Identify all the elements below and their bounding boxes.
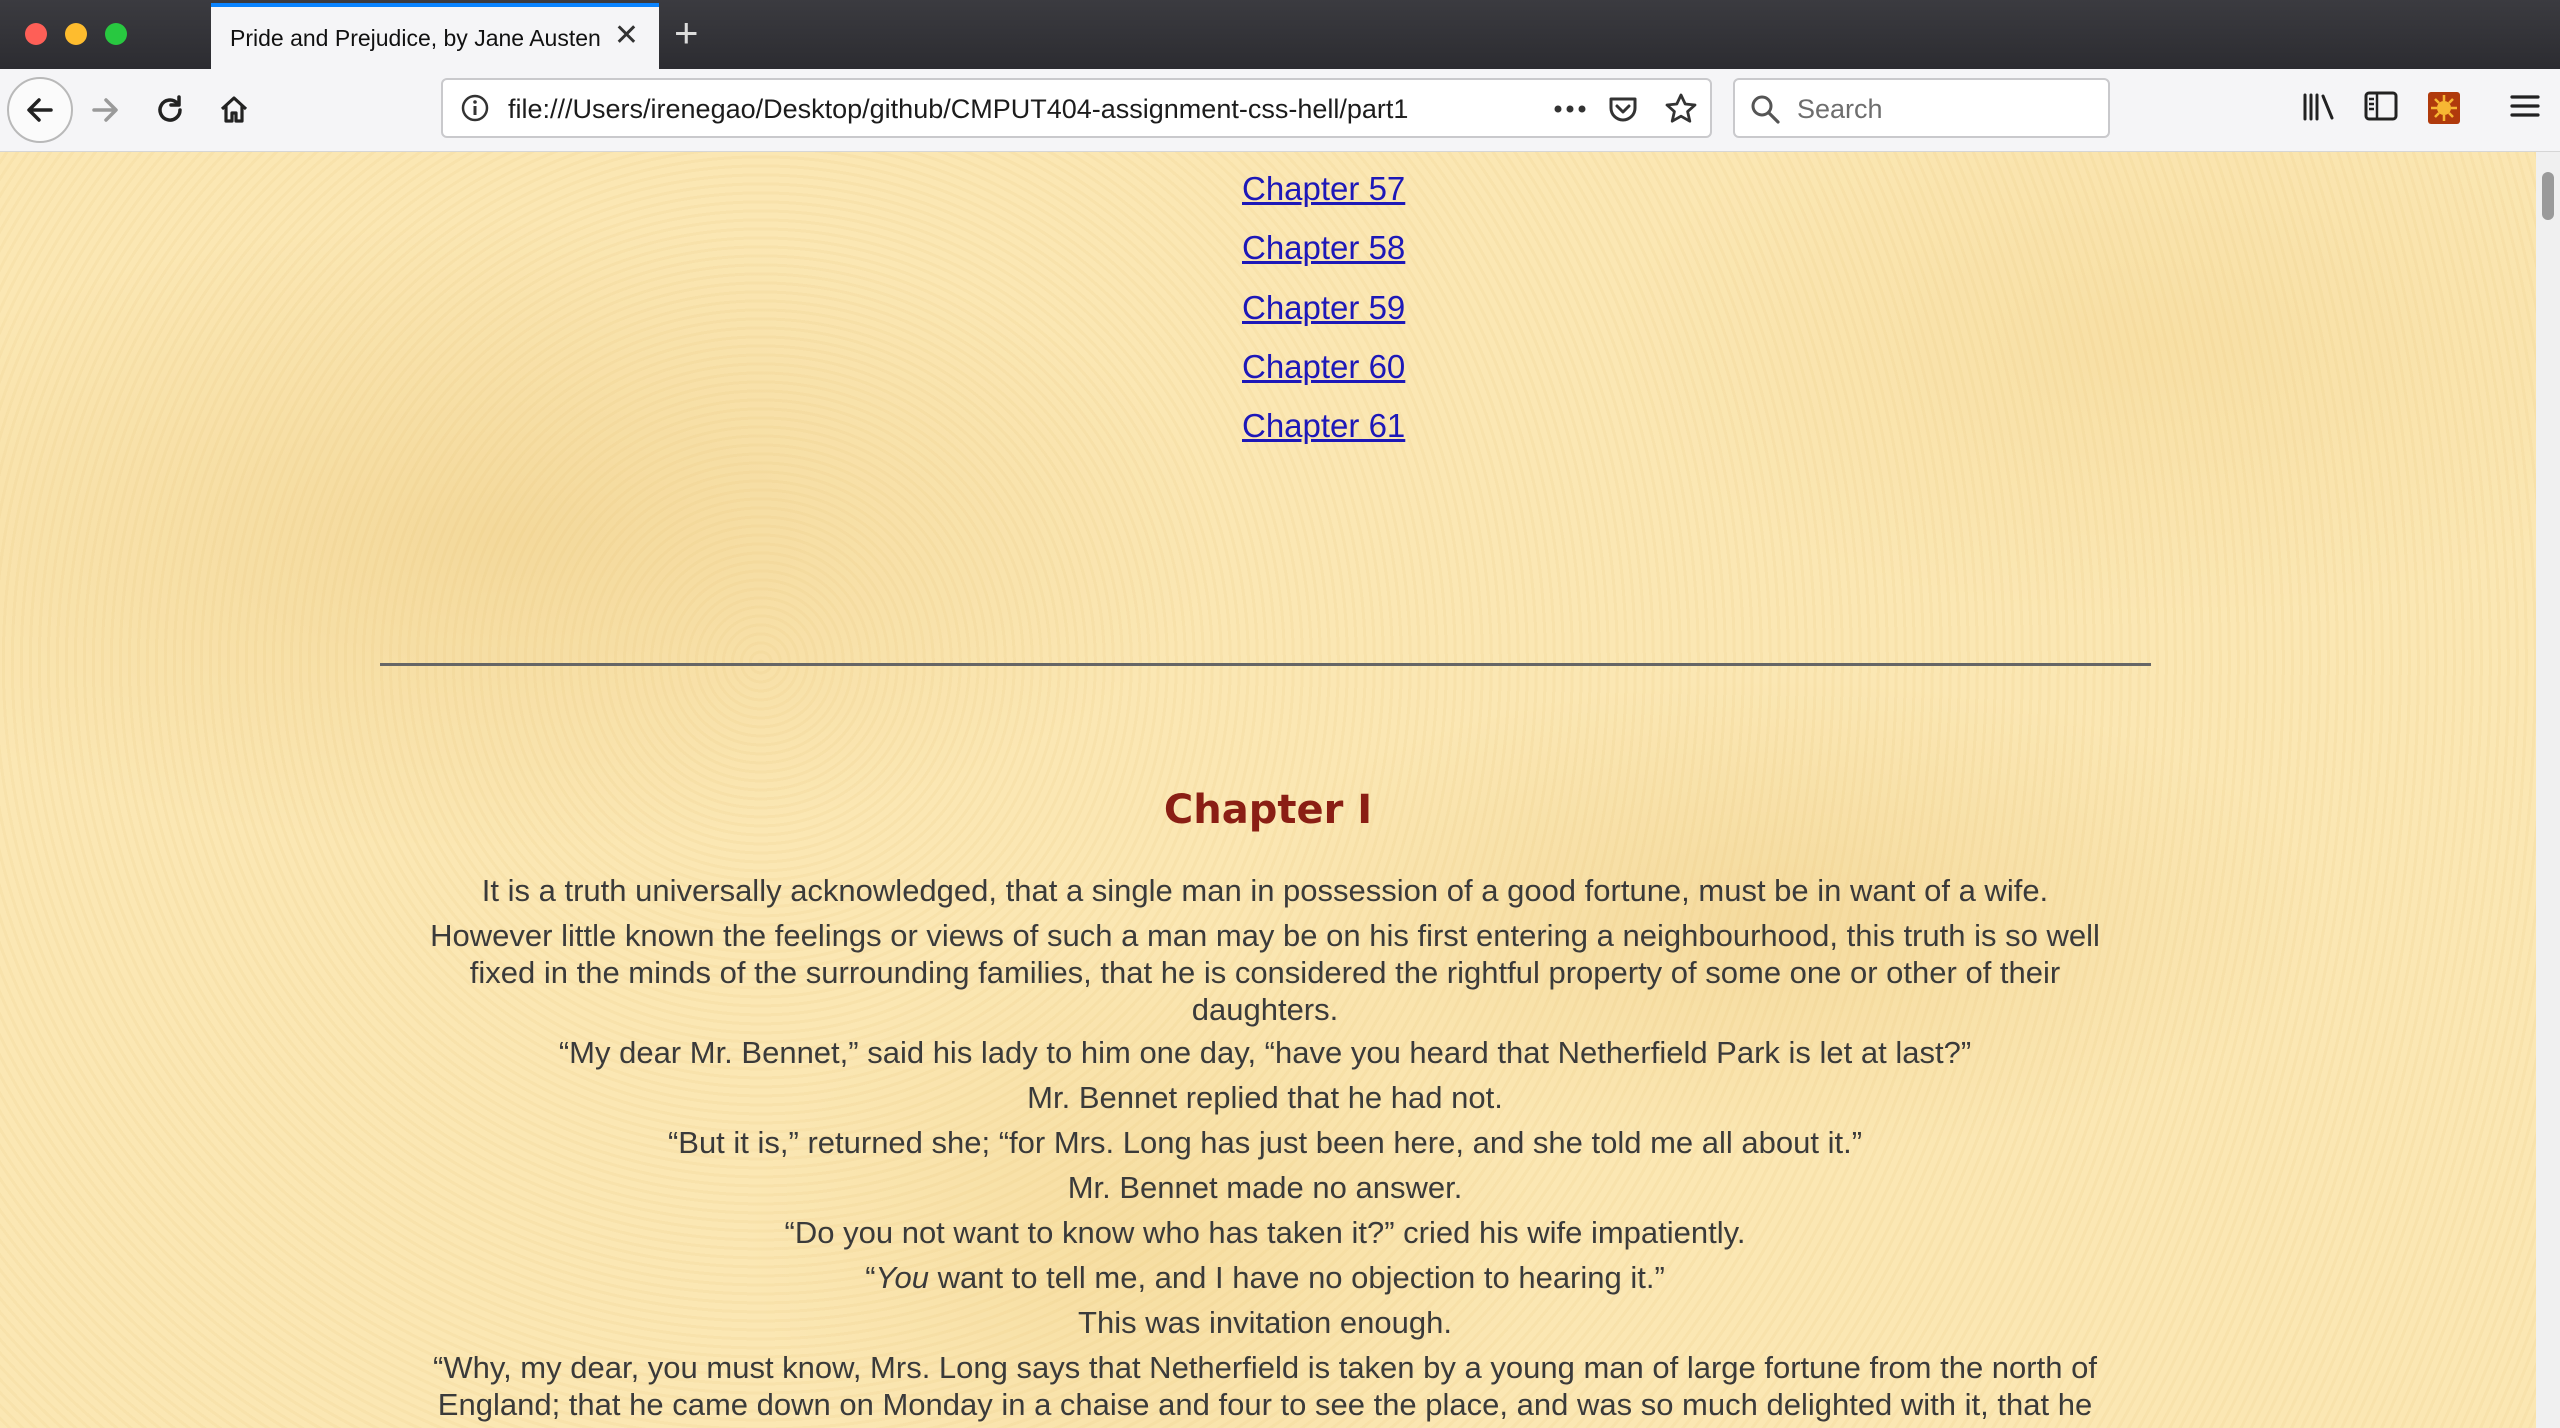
search-bar[interactable]: [1733, 78, 2110, 138]
chapter-paragraph: However little known the feelings or vie…: [430, 918, 2100, 1027]
toc-link-chapter-61[interactable]: Chapter 61: [1242, 407, 1405, 445]
toc-link-chapter-58[interactable]: Chapter 58: [1242, 229, 1405, 267]
bookmark-star-icon[interactable]: [1663, 91, 1699, 132]
toc-link-chapter-57[interactable]: Chapter 57: [1242, 170, 1405, 208]
navigation-toolbar: file:///Users/irenegao/Desktop/github/CM…: [0, 69, 2560, 152]
paragraph-rest: want to tell me, and I have no objection…: [928, 1260, 1665, 1295]
chapter-heading: Chapter I: [1163, 787, 1373, 833]
back-button[interactable]: [7, 77, 73, 143]
hamburger-menu-icon[interactable]: [2508, 89, 2542, 128]
forward-button[interactable]: [72, 77, 138, 143]
zoom-window-button[interactable]: [105, 23, 127, 45]
site-info-icon[interactable]: [459, 92, 491, 129]
library-icon[interactable]: [2300, 89, 2338, 130]
browser-tab[interactable]: Pride and Prejudice, by Jane Austen ✕: [211, 3, 659, 69]
sidebar-toggle-icon[interactable]: [2363, 89, 2399, 128]
extension-icon[interactable]: [2428, 92, 2460, 124]
reload-button[interactable]: [137, 77, 203, 143]
open-quote: “: [865, 1260, 876, 1295]
page-content: Chapter 57 Chapter 58 Chapter 59 Chapter…: [0, 152, 2536, 1428]
toc-link-chapter-59[interactable]: Chapter 59: [1242, 289, 1405, 327]
scrollbar-thumb[interactable]: [2542, 172, 2554, 220]
forward-arrow-icon: [92, 98, 118, 122]
chapter-paragraph: “You want to tell me, and I have no obje…: [420, 1259, 2110, 1296]
vertical-scrollbar[interactable]: [2536, 152, 2560, 1428]
reload-icon: [158, 95, 182, 122]
pocket-icon[interactable]: [1606, 92, 1640, 131]
close-window-button[interactable]: [25, 23, 47, 45]
page-actions-icon[interactable]: [1551, 92, 1589, 131]
url-text[interactable]: file:///Users/irenegao/Desktop/github/CM…: [508, 94, 1478, 125]
horizontal-divider: [380, 663, 2151, 666]
back-arrow-icon: [27, 98, 53, 122]
new-tab-icon[interactable]: +: [674, 10, 699, 56]
chapter-paragraph: “Do you not want to know who has taken i…: [784, 1215, 1746, 1250]
chapter-paragraph: Mr. Bennet replied that he had not.: [1027, 1080, 1503, 1115]
toc-link-chapter-60[interactable]: Chapter 60: [1242, 348, 1405, 386]
chapter-paragraph: “My dear Mr. Bennet,” said his lady to h…: [558, 1035, 1972, 1070]
home-button[interactable]: [201, 77, 267, 143]
home-icon: [220, 96, 248, 123]
address-bar[interactable]: file:///Users/irenegao/Desktop/github/CM…: [441, 78, 1712, 138]
chapter-paragraph: “Why, my dear, you must know, Mrs. Long …: [433, 1350, 2097, 1422]
chapter-paragraph: Mr. Bennet made no answer.: [1067, 1170, 1463, 1205]
search-icon: [1749, 93, 1781, 130]
chapter-paragraph: This was invitation enough.: [1078, 1305, 1452, 1340]
close-tab-icon[interactable]: ✕: [614, 21, 639, 51]
chapter-paragraph: “But it is,” returned she; “for Mrs. Lon…: [667, 1125, 1863, 1160]
emphasized-word: You: [875, 1260, 929, 1295]
minimize-window-button[interactable]: [65, 23, 87, 45]
window-titlebar: Pride and Prejudice, by Jane Austen ✕ +: [0, 0, 2560, 69]
chapter-paragraph: It is a truth universally acknowledged, …: [481, 873, 2049, 908]
search-input[interactable]: [1795, 90, 2099, 128]
tab-title: Pride and Prejudice, by Jane Austen: [230, 25, 601, 51]
